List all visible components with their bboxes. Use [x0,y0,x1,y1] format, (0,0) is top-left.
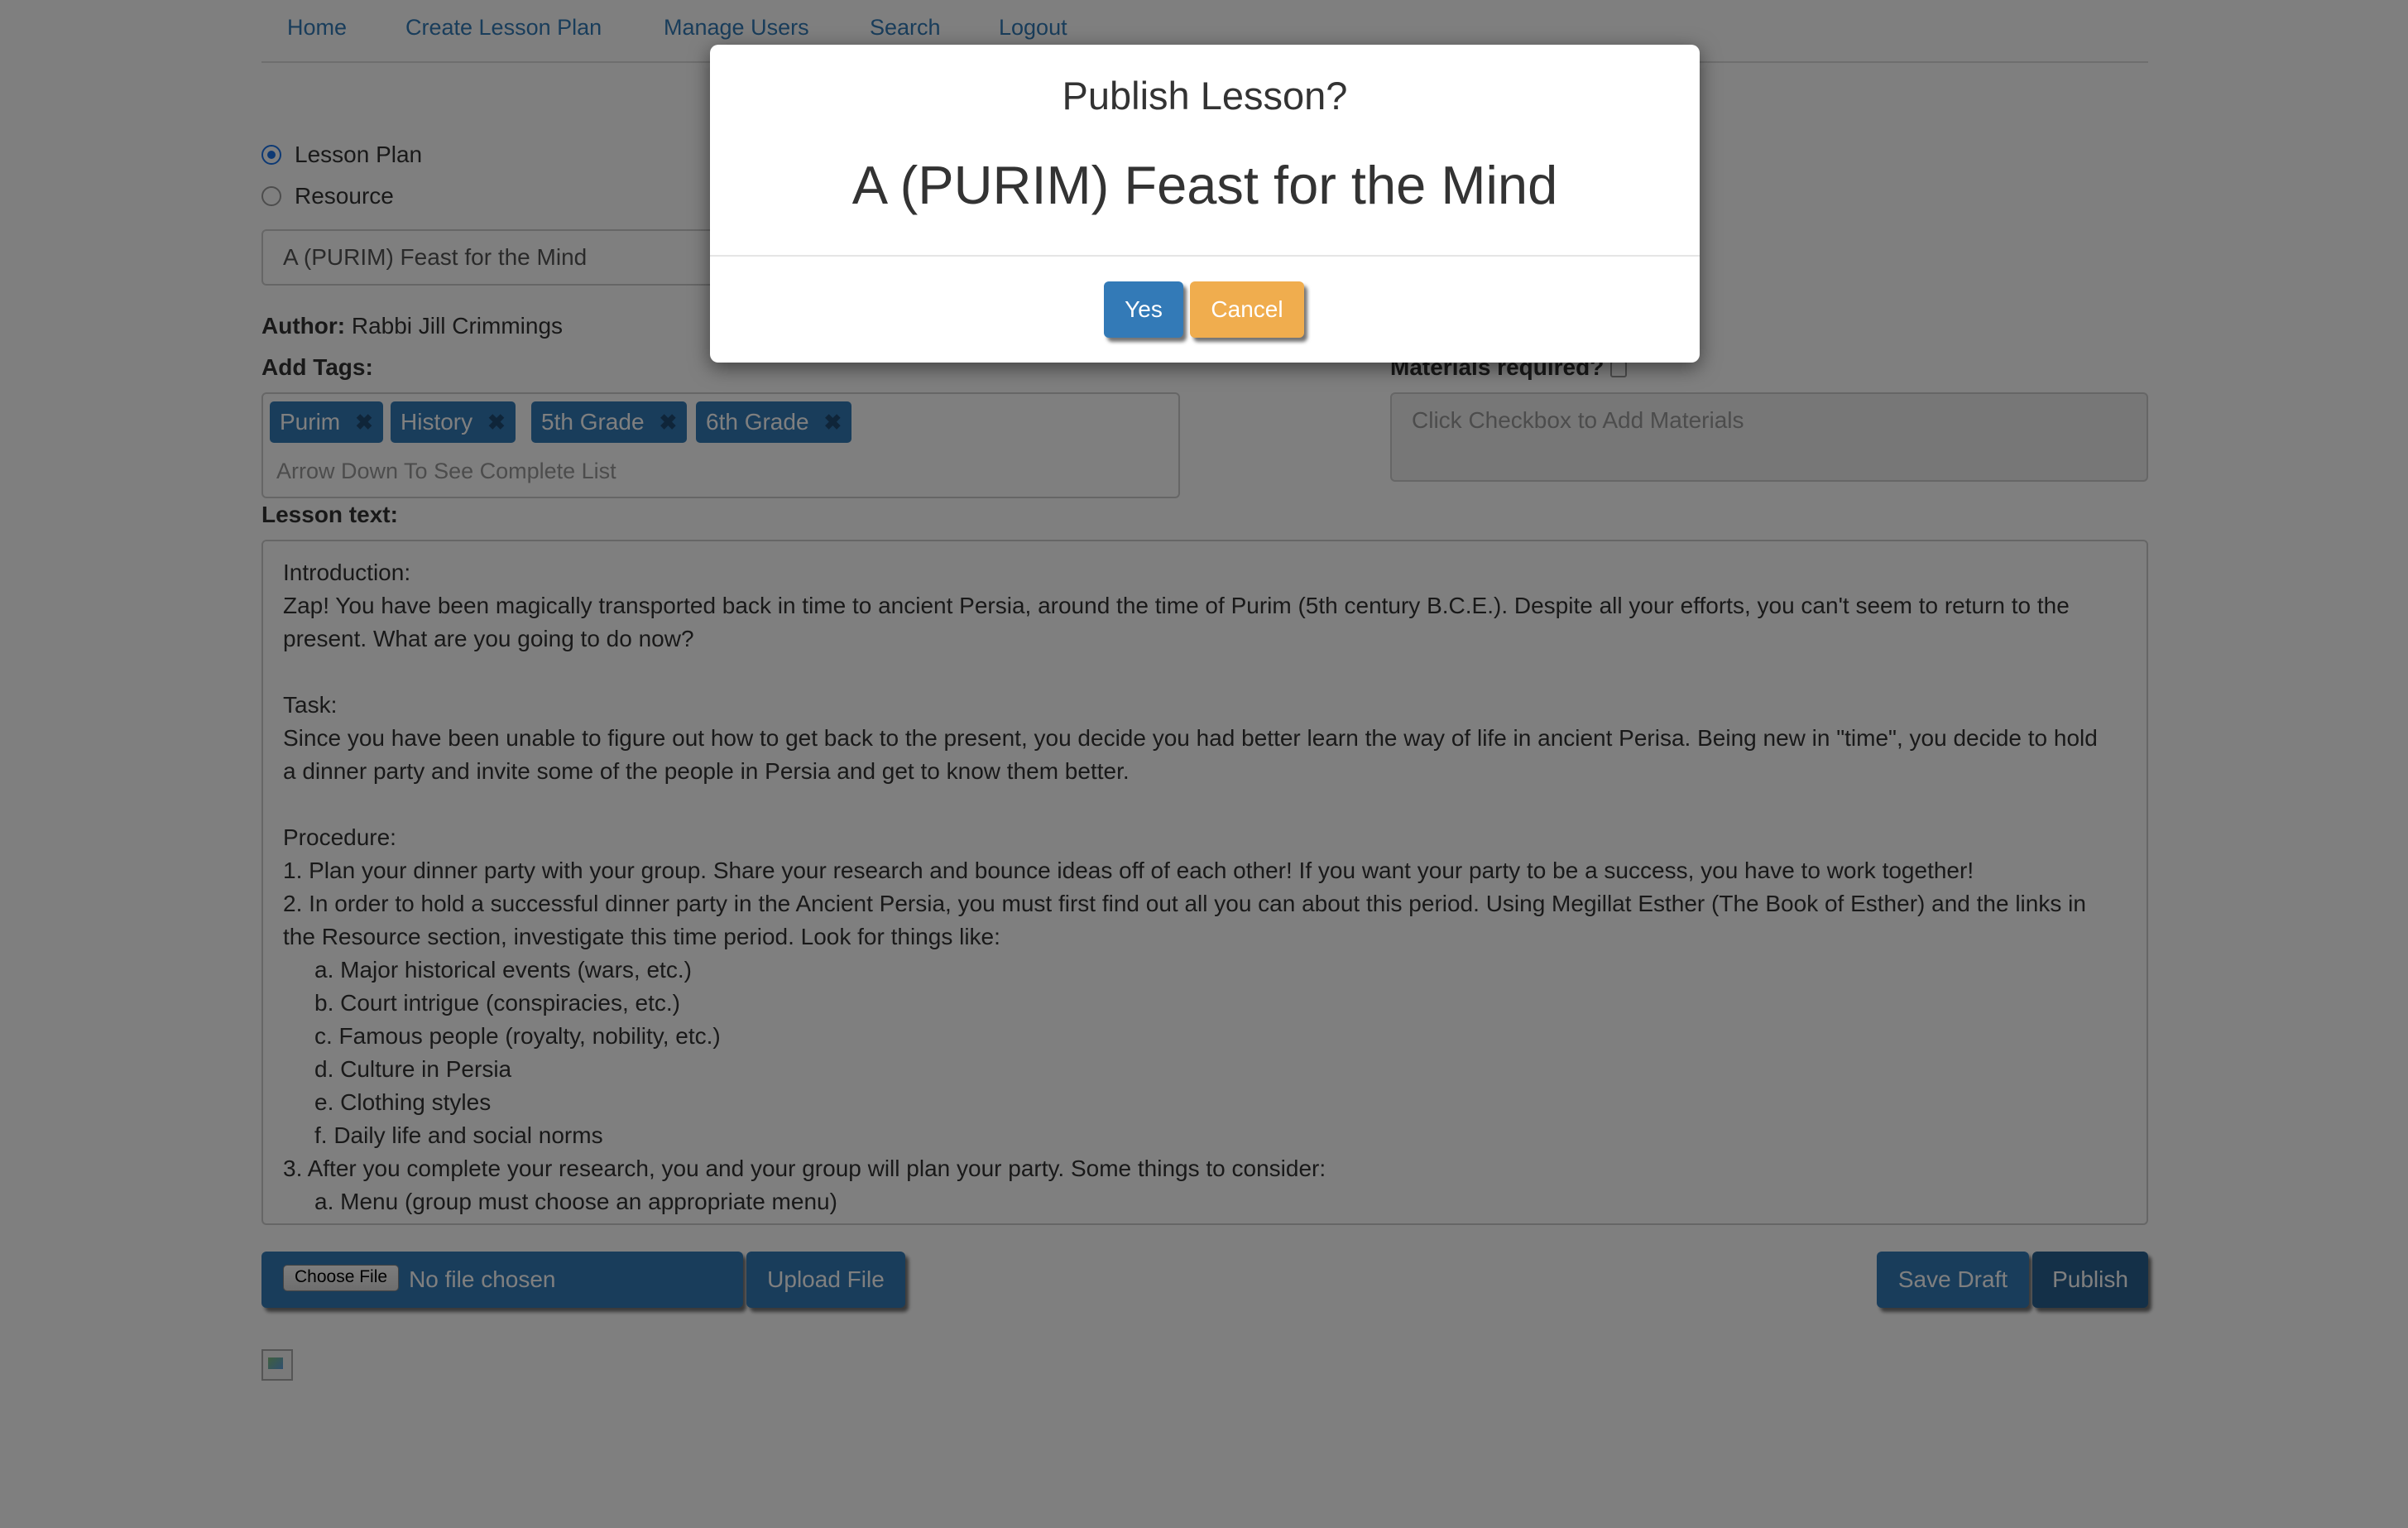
dialog-lesson-name: A (PURIM) Feast for the Mind [851,155,1558,215]
dialog-title: Publish Lesson? [1062,74,1348,118]
publish-dialog: Publish Lesson? A (PURIM) Feast for the … [710,45,1700,363]
cancel-button[interactable]: Cancel [1190,281,1304,338]
yes-button[interactable]: Yes [1104,281,1183,338]
page: Home Create Lesson Plan Manage Users Sea… [0,0,2408,1528]
dialog-divider [710,255,1700,257]
